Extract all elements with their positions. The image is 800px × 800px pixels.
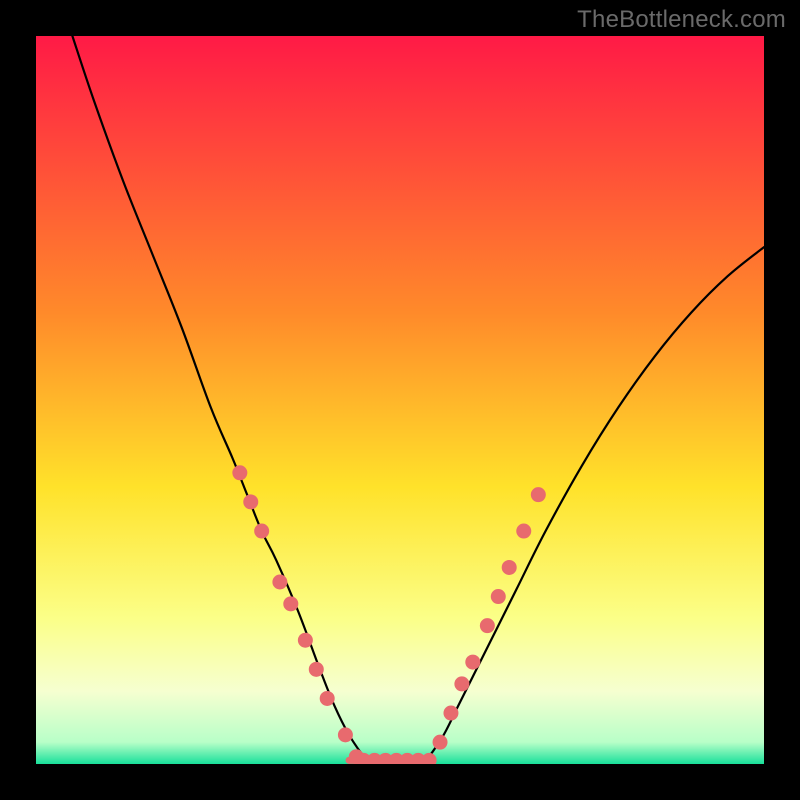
data-marker xyxy=(283,596,298,611)
data-marker xyxy=(338,727,353,742)
data-marker xyxy=(491,589,506,604)
data-marker xyxy=(516,524,531,539)
data-marker xyxy=(443,706,458,721)
data-marker xyxy=(433,735,448,750)
chart-frame: TheBottleneck.com xyxy=(0,0,800,800)
data-marker xyxy=(243,494,258,509)
plot-area xyxy=(36,36,764,764)
chart-svg xyxy=(36,36,764,764)
data-marker xyxy=(272,575,287,590)
data-marker xyxy=(531,487,546,502)
data-marker xyxy=(320,691,335,706)
data-marker xyxy=(502,560,517,575)
data-marker xyxy=(480,618,495,633)
data-marker xyxy=(309,662,324,677)
data-marker xyxy=(465,655,480,670)
data-marker xyxy=(298,633,313,648)
gradient-background xyxy=(36,36,764,764)
data-marker xyxy=(232,465,247,480)
data-marker xyxy=(454,676,469,691)
data-marker xyxy=(254,524,269,539)
watermark-text: TheBottleneck.com xyxy=(577,6,786,34)
